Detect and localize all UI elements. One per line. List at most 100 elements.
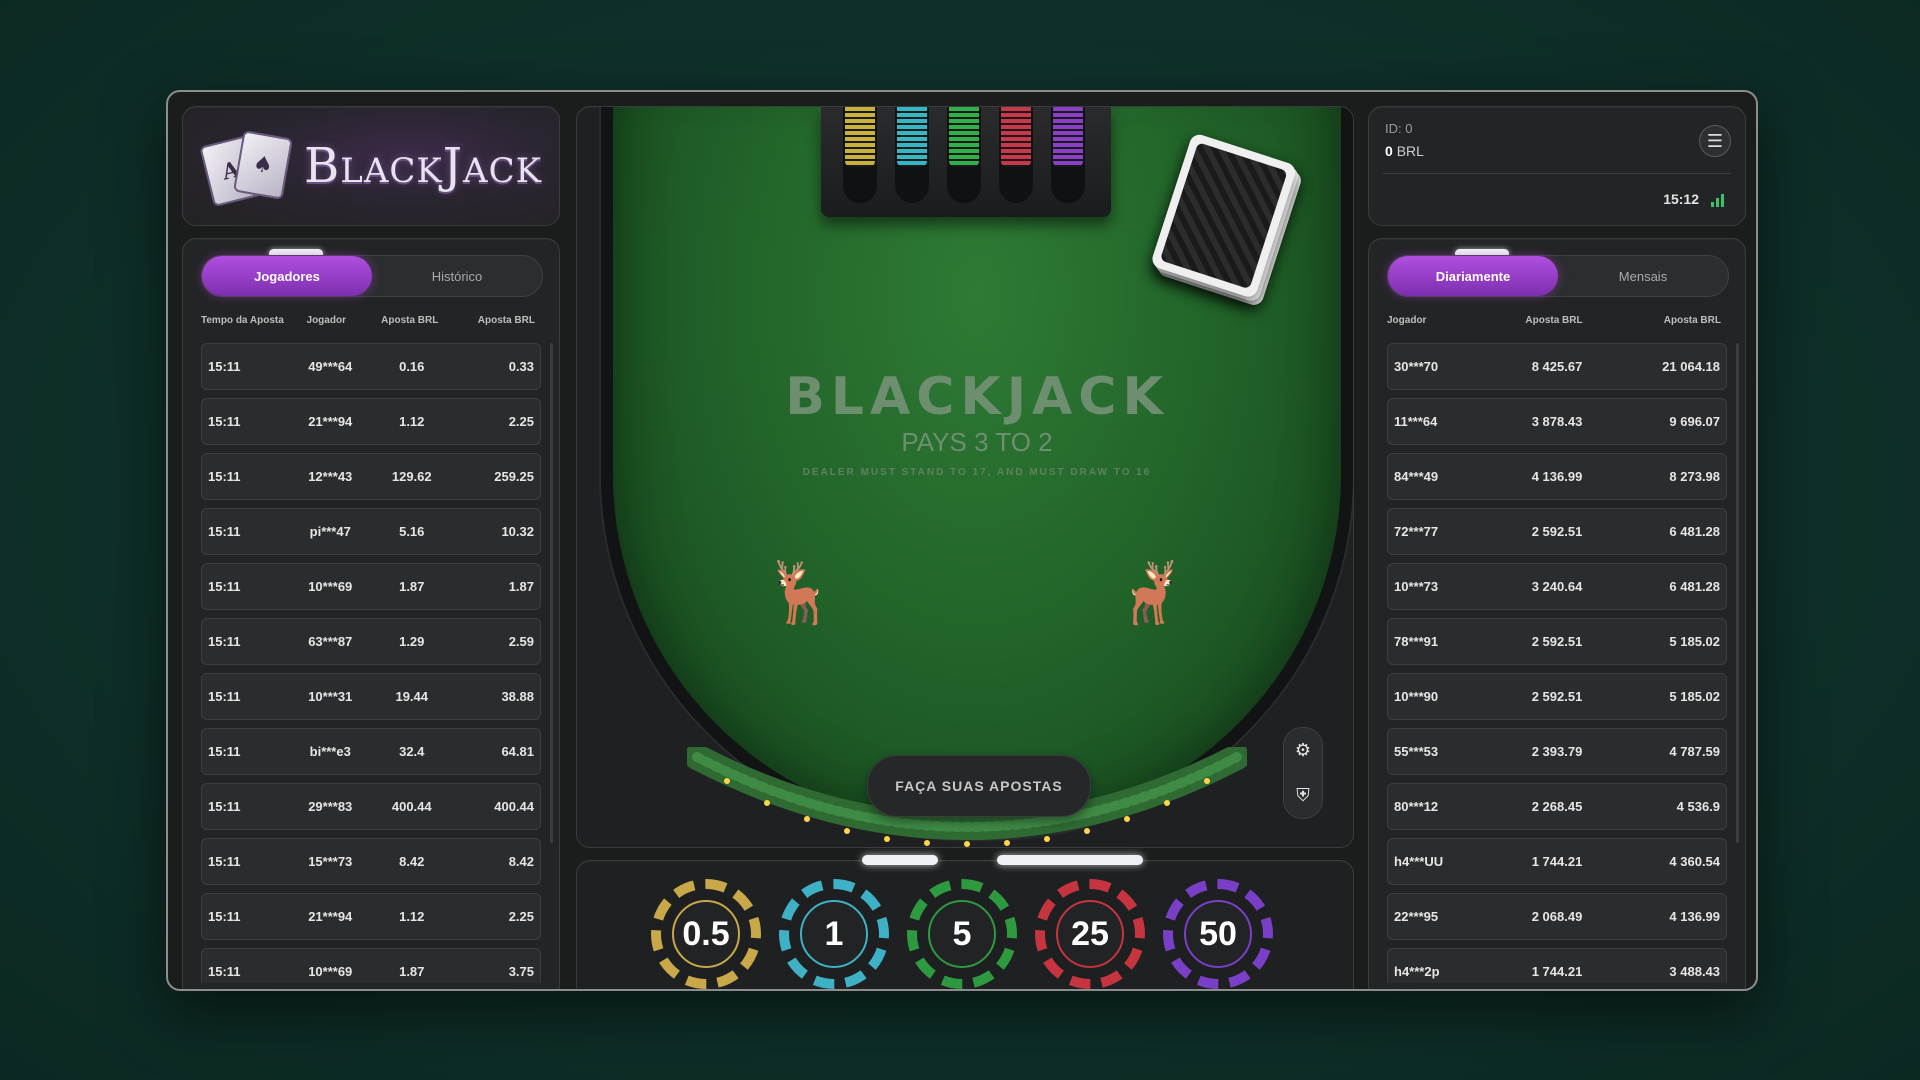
chip-stack-icon: [845, 107, 875, 167]
table-cell: 1.87: [508, 579, 534, 594]
clock-time: 15:12: [1663, 191, 1699, 207]
chip-button[interactable]: 25: [1035, 879, 1145, 989]
chip-stack-icon: [897, 107, 927, 167]
table-cell: 64.81: [501, 744, 534, 759]
table-cell: 32.4: [399, 744, 425, 759]
table-cell: 15:11: [208, 579, 241, 594]
table-cell: 400.44: [391, 799, 432, 814]
table-cell: 1.29: [399, 634, 425, 649]
chip-value: 5: [928, 900, 996, 968]
table-cell: 3 240.64: [1531, 579, 1583, 594]
tray-slot: [843, 107, 877, 203]
tray-slot: [999, 107, 1033, 203]
chip-stack-icon: [1001, 107, 1031, 167]
reindeer-icon: 🦌: [1113, 559, 1188, 626]
table-cell: 3 878.43: [1531, 414, 1583, 429]
gear-icon[interactable]: ⚙: [1295, 740, 1311, 761]
chip-value: 25: [1056, 900, 1124, 968]
table-row: 55***53 2 393.79 4 787.59: [1387, 728, 1727, 775]
tab-diariamente[interactable]: Diariamente: [1388, 256, 1558, 296]
place-bets-button[interactable]: FAÇA SUAS APOSTAS: [867, 755, 1091, 817]
table-row: 30***70 8 425.67 21 064.18: [1387, 343, 1727, 390]
table-cell: 21***94: [308, 909, 353, 924]
table-cell: 15:11: [208, 964, 241, 979]
felt-rule: DEALER MUST STAND TO 17, AND MUST DRAW T…: [802, 467, 1152, 478]
side-controls: ⚙ ⛨: [1283, 727, 1323, 819]
hamburger-icon: ☰: [1706, 130, 1724, 151]
col-time: Tempo da Aposta: [201, 314, 284, 326]
leaderboard-panel: Diariamente Mensais Jogador Aposta BRL A…: [1368, 238, 1746, 989]
logo-panel: A ♠ BlackJack: [182, 106, 560, 226]
table-cell: 2.25: [508, 909, 534, 924]
table-cell: 49***64: [308, 359, 353, 374]
table-cell: 15***73: [308, 854, 353, 869]
table-row: 15:11 12***43 129.62 259.25: [201, 453, 541, 500]
table-cell: 15:11: [208, 909, 241, 924]
table-row: 15:11 pi***47 5.16 10.32: [201, 508, 541, 555]
chip-stack-icon: [1053, 107, 1083, 167]
tab-mensais[interactable]: Mensais: [1558, 256, 1728, 296]
tab-historico[interactable]: Histórico: [372, 256, 542, 296]
table-cell: pi***47: [309, 524, 351, 539]
chip-button[interactable]: 50: [1163, 879, 1273, 989]
table-cell: 10***90: [1394, 689, 1439, 704]
table-cell: 2 592.51: [1531, 524, 1583, 539]
table-row: h4***2p 1 744.21 3 488.43: [1387, 948, 1727, 983]
table-cell: 10***73: [1394, 579, 1439, 594]
chip-value: 1: [800, 900, 868, 968]
table-cell: 5.16: [399, 524, 425, 539]
col-payout: Aposta BRL: [477, 314, 535, 326]
table-cell: 4 787.59: [1669, 744, 1721, 759]
chips-bar: 0.5 1 5 25 50: [576, 855, 1354, 989]
table-cell: 80***12: [1394, 799, 1439, 814]
chip-value: 50: [1184, 900, 1252, 968]
table-cell: 1 744.21: [1531, 964, 1583, 979]
balance-value: 0: [1385, 143, 1393, 159]
table-row: 10***73 3 240.64 6 481.28: [1387, 563, 1727, 610]
shield-icon[interactable]: ⛨: [1296, 785, 1310, 806]
table-cell: 63***87: [308, 634, 353, 649]
table-cell: 4 136.99: [1669, 909, 1721, 924]
table-cell: 1.12: [399, 414, 425, 429]
table-cell: 72***77: [1394, 524, 1439, 539]
reindeer-icon: 🦌: [763, 559, 838, 626]
table-cell: 29***83: [308, 799, 353, 814]
table-cell: 15:11: [208, 634, 241, 649]
leaderboard-scrollbar[interactable]: [1736, 343, 1739, 843]
blackjack-table: BLACKJACK PAYS 3 TO 2 DEALER MUST STAND …: [576, 106, 1354, 848]
chip-button[interactable]: 0.5: [651, 879, 761, 989]
table-cell: 129.62: [391, 469, 432, 484]
tray-slot: [1051, 107, 1085, 203]
players-scrollbar[interactable]: [550, 343, 553, 843]
account-panel: ID: 0 0 BRL ☰ 15:12: [1368, 106, 1746, 226]
table-cell: 259.25: [494, 469, 534, 484]
table-cell: 10***31: [308, 689, 353, 704]
chip-button[interactable]: 1: [779, 879, 889, 989]
table-row: 15:11 21***94 1.12 2.25: [201, 893, 541, 940]
tray-slot: [947, 107, 981, 203]
leaderboard-tabs: Diariamente Mensais: [1387, 255, 1729, 297]
table-cell: 0.33: [508, 359, 534, 374]
chip-button[interactable]: 5: [907, 879, 1017, 989]
table-cell: 10.32: [501, 524, 534, 539]
table-row: 78***91 2 592.51 5 185.02: [1387, 618, 1727, 665]
chip-stack-icon: [949, 107, 979, 167]
table-cell: 15:11: [208, 854, 241, 869]
players-panel: Jogadores Histórico Tempo da Aposta Joga…: [182, 238, 560, 989]
table-cell: 4 136.99: [1531, 469, 1583, 484]
account-balance: 0 BRL: [1385, 143, 1424, 159]
table-cell: 5 185.02: [1669, 689, 1721, 704]
table-cell: 84***49: [1394, 469, 1439, 484]
players-list: 15:11 49***64 0.16 0.33 15:11 21***94 1.12 2.25…: [201, 343, 541, 983]
table-cell: 21***94: [308, 414, 353, 429]
table-cell: 8 273.98: [1669, 469, 1721, 484]
menu-button[interactable]: ☰: [1699, 125, 1731, 157]
col-bet: Aposta BRL: [1525, 314, 1583, 326]
table-cell: 2 592.51: [1531, 689, 1583, 704]
table-cell: 2 068.49: [1531, 909, 1583, 924]
table-cell: 2.59: [508, 634, 534, 649]
col-player: Jogador: [1387, 314, 1427, 326]
table-cell: 6 481.28: [1669, 524, 1721, 539]
table-cell: 0.16: [399, 359, 425, 374]
tab-jogadores[interactable]: Jogadores: [202, 256, 372, 296]
